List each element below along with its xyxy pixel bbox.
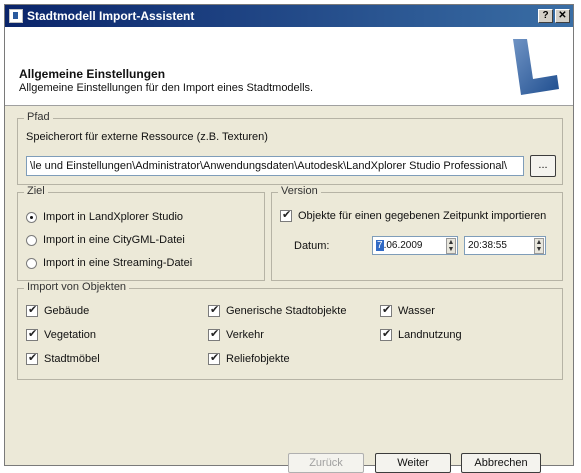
checkbox-label: Vegetation [44,329,96,341]
back-button[interactable]: Zurück [288,453,364,473]
radio-label: Import in eine CityGML-Datei [43,234,185,246]
checkbox[interactable] [208,327,220,341]
checkbox-reliefobjekte[interactable]: Reliefobjekte [208,351,290,365]
object-import-legend: Import von Objekten [24,281,130,293]
checkbox-verkehr[interactable]: Verkehr [208,327,264,341]
window-title: Stadtmodell Import-Assistent [27,9,195,23]
timestamp-checkbox[interactable] [280,208,292,222]
checkbox[interactable] [26,351,38,365]
checkbox-label: Gebäude [44,305,90,317]
date-spinner-icon[interactable]: ▲ ▼ [446,238,456,254]
time-picker[interactable]: 20:38:55 ▲ ▼ [464,236,546,255]
radio-button[interactable] [26,257,37,269]
radio-option-citygml[interactable]: Import in eine CityGML-Datei [26,234,185,246]
checkbox[interactable] [26,327,38,341]
radio-option-streaming[interactable]: Import in eine Streaming-Datei [26,257,192,269]
timestamp-checkbox-label: Objekte für einen gegebenen Zeitpunkt im… [298,210,547,222]
page-title: Allgemeine Einstellungen [19,67,166,81]
target-legend: Ziel [24,185,48,197]
radio-label: Import in eine Streaming-Datei [43,257,193,269]
resource-path-input[interactable]: \le und Einstellungen\Administrator\Anwe… [26,156,524,176]
checkbox-stadtmoebel[interactable]: Stadtmöbel [26,351,100,365]
next-button[interactable]: Weiter [375,453,451,473]
radio-button[interactable] [26,211,37,223]
checkbox[interactable] [208,351,220,365]
path-label: Speicherort für externe Ressource (z.B. … [26,131,268,143]
app-icon [9,9,23,23]
checkbox[interactable] [380,303,392,317]
checkbox-landnutzung[interactable]: Landnutzung [380,327,462,341]
checkbox-label: Reliefobjekte [226,353,290,365]
radio-label: Import in LandXplorer Studio [43,211,184,223]
checkbox-label: Stadtmöbel [44,353,100,365]
checkbox-label: Wasser [398,305,435,317]
cancel-button[interactable]: Abbrechen [461,453,541,473]
checkbox[interactable] [380,327,392,341]
object-import-group: Import von Objekten Gebäude Generische S… [17,281,563,380]
checkbox[interactable] [26,303,38,317]
checkbox-gebaeude[interactable]: Gebäude [26,303,90,317]
date-day-selected: 7 [376,240,384,251]
target-group: Ziel Import in LandXplorer Studio Import… [17,185,265,281]
version-legend: Version [278,185,321,197]
date-label: Datum: [294,240,330,252]
time-value: 20:38:55 [468,240,507,251]
checkbox[interactable] [208,303,220,317]
help-button[interactable]: ? [538,9,553,23]
landxplorer-logo-icon [513,39,559,95]
time-spinner-icon[interactable]: ▲ ▼ [534,238,544,254]
radio-option-landxplorer[interactable]: Import in LandXplorer Studio [26,211,183,223]
title-bar: Stadtmodell Import-Assistent ? ✕ [5,5,573,27]
checkbox-label: Generische Stadtobjekte [226,305,347,317]
version-group: Version Objekte für einen gegebenen Zeit… [271,185,563,281]
import-wizard-window: Stadtmodell Import-Assistent ? ✕ Allgeme… [4,4,574,473]
date-picker[interactable]: 7.06.2009 ▲ ▼ [372,236,458,255]
path-group: Pfad Speicherort für externe Ressource (… [17,111,563,185]
date-month-year: .06.2009 [383,240,423,251]
checkbox-label: Landnutzung [398,329,462,341]
browse-button[interactable]: ... [530,155,556,177]
checkbox-wasser[interactable]: Wasser [380,303,435,317]
checkbox-label: Verkehr [226,329,264,341]
close-button[interactable]: ✕ [555,9,570,23]
page-subtitle: Allgemeine Einstellungen für den Import … [19,82,314,94]
timestamp-import-option[interactable]: Objekte für einen gegebenen Zeitpunkt im… [280,208,547,222]
checkbox-vegetation[interactable]: Vegetation [26,327,96,341]
wizard-header: Allgemeine Einstellungen Allgemeine Eins… [5,27,573,106]
checkbox-generische-stadtobjekte[interactable]: Generische Stadtobjekte [208,303,347,317]
radio-button[interactable] [26,234,37,246]
path-legend: Pfad [24,111,53,123]
